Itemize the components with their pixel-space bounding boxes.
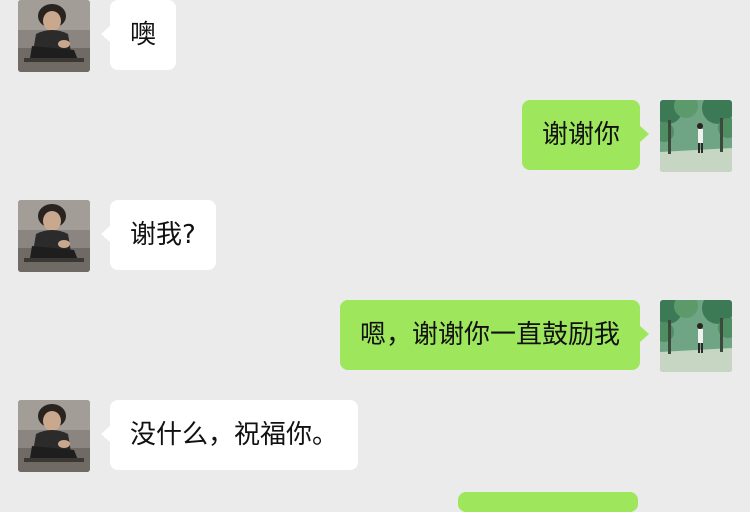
male-avatar-image [18,200,90,272]
male-avatar[interactable] [18,0,90,72]
message-bubble-outgoing[interactable]: 谢谢你 [521,100,650,170]
message-bubble-outgoing-partial[interactable] [458,492,638,512]
male-avatar-image [18,400,90,472]
female-avatar[interactable] [660,100,732,172]
message-bubble-incoming[interactable]: 谢我? [101,200,216,270]
message-bubble-incoming[interactable]: 没什么，祝福你。 [100,400,359,470]
male-avatar[interactable] [18,400,90,472]
female-avatar-image [660,100,732,172]
female-avatar[interactable] [660,300,732,372]
message-bubble-incoming[interactable]: 噢 [100,0,177,70]
chat-thread: 噢 谢谢你 谢我? 嗯，谢谢你一直鼓励我 没什么，祝福你。 [0,0,750,512]
male-avatar-image [18,0,90,72]
male-avatar[interactable] [18,200,90,272]
message-bubble-outgoing[interactable]: 嗯，谢谢你一直鼓励我 [339,300,650,370]
female-avatar-image [660,300,732,372]
